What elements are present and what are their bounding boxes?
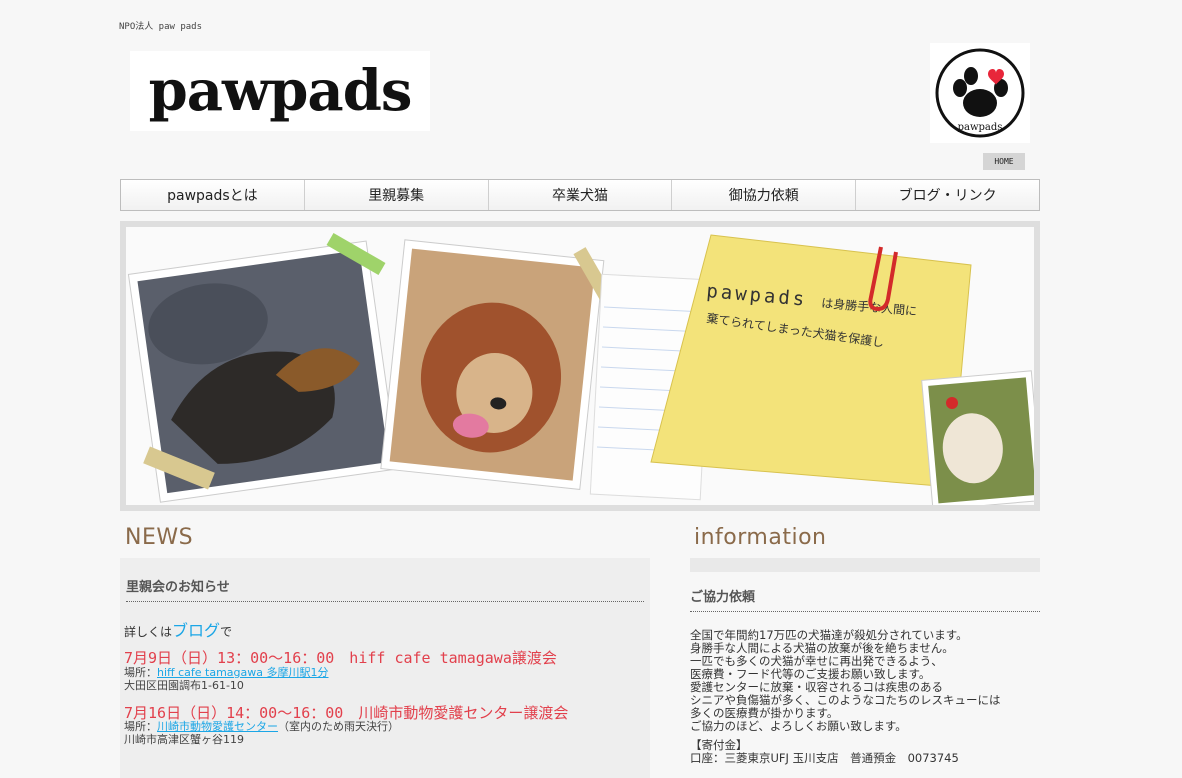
- information-subheading: ご協力依頼: [690, 586, 1040, 612]
- org-tagline: NPO法人 paw pads: [119, 22, 203, 32]
- event-address: 川崎市高津区蟹ヶ谷119: [124, 733, 244, 746]
- bank-account: 口座：三菱東京UFJ 玉川支店 普通預金 0073745: [690, 751, 959, 765]
- support-request-text: 全国で年間約17万匹の犬猫達が殺処分されています。 身勝手な人間による犬猫の放棄…: [690, 629, 1040, 765]
- news-lead-prefix: 詳しくは: [124, 625, 173, 639]
- information-bar: [690, 558, 1040, 572]
- main-nav: pawpadsとは 里親募集 卒業犬猫 御協力依頼 ブログ・リンク: [120, 179, 1040, 211]
- yellow-note: pawpads は身勝手な人間に 棄てられてしまった犬猫を保護し: [650, 234, 972, 488]
- svg-text:pawpads: pawpads: [958, 122, 1003, 133]
- news-lead-suffix: で: [220, 625, 233, 639]
- paw-badge-logo: pawpads: [930, 43, 1030, 143]
- news-subheading: 里親会のお知らせ: [126, 576, 644, 602]
- hero-banner: pawpads は身勝手な人間に 棄てられてしまった犬猫を保護し: [120, 221, 1040, 511]
- news-lead: 詳しくはブログで: [124, 617, 232, 641]
- blog-link[interactable]: ブログ: [172, 621, 220, 640]
- site-logo[interactable]: pawpads: [130, 51, 430, 131]
- info-line: ご協力のほど、よろしくお願い致します。: [690, 719, 907, 733]
- pushpin-icon: [946, 397, 958, 409]
- news-heading: NEWS: [125, 525, 194, 550]
- dog-photo-3: [921, 370, 1034, 505]
- nav-item-blog-links[interactable]: ブログ・リンク: [856, 180, 1039, 210]
- event-place-note: （室内のため雨天決行）: [278, 720, 399, 733]
- nav-item-support[interactable]: 御協力依頼: [672, 180, 857, 210]
- dog-photo-2: [380, 239, 605, 490]
- event-address: 大田区田園調布1-61-10: [124, 679, 244, 692]
- nav-item-graduates[interactable]: 卒業犬猫: [488, 180, 673, 210]
- nav-item-adoption[interactable]: 里親募集: [304, 180, 489, 210]
- nav-item-about[interactable]: pawpadsとは: [121, 180, 305, 210]
- home-button[interactable]: HOME: [983, 153, 1025, 170]
- information-heading: information: [694, 525, 827, 550]
